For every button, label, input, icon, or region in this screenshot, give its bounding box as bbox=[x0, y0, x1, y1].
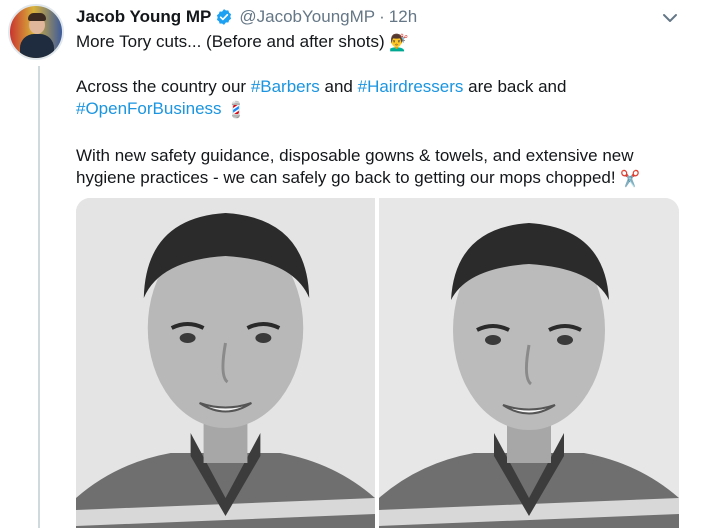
tweet-text: More Tory cuts... (Before and after shot… bbox=[76, 32, 385, 51]
separator-dot: · bbox=[379, 7, 385, 26]
chevron-down-icon[interactable] bbox=[660, 8, 680, 28]
user-handle[interactable]: @JacobYoungMP bbox=[239, 7, 375, 27]
hashtag-barbers[interactable]: #Barbers bbox=[251, 77, 320, 96]
tweet-text: Across the country our bbox=[76, 77, 251, 96]
thread-line bbox=[38, 66, 40, 528]
tweet-text: hygiene practices - we can safely go bac… bbox=[76, 168, 616, 187]
tweet-header: Jacob Young MP @JacobYoungMP · 12h bbox=[76, 4, 417, 30]
before-photo[interactable] bbox=[76, 198, 375, 528]
barber-pole-emoji-icon: 💈 bbox=[226, 102, 247, 119]
tweet-text: are back and bbox=[463, 77, 567, 96]
after-photo[interactable] bbox=[379, 198, 679, 528]
tweet-text-line-1: More Tory cuts... (Before and after shot… bbox=[76, 31, 409, 55]
tweet-text-line-3: #OpenForBusiness 💈 bbox=[76, 98, 246, 122]
tweet-text: and bbox=[319, 77, 358, 96]
avatar[interactable] bbox=[8, 4, 64, 60]
scissors-emoji-icon: ✂️ bbox=[620, 171, 641, 188]
tweet-timestamp[interactable]: 12h bbox=[389, 7, 417, 27]
tweet-media bbox=[76, 198, 679, 528]
hashtag-openforbusiness[interactable]: #OpenForBusiness bbox=[76, 99, 222, 118]
tweet-text-line-5: hygiene practices - we can safely go bac… bbox=[76, 167, 640, 191]
display-name[interactable]: Jacob Young MP bbox=[76, 7, 211, 27]
tweet-text-line-4: With new safety guidance, disposable gow… bbox=[76, 145, 634, 167]
haircut-emoji-icon: 💇‍♂️ bbox=[389, 35, 410, 52]
verified-badge-icon bbox=[217, 9, 232, 25]
tweet-text-line-2: Across the country our #Barbers and #Hai… bbox=[76, 76, 566, 98]
tweet-text: With new safety guidance, disposable gow… bbox=[76, 146, 634, 165]
hashtag-hairdressers[interactable]: #Hairdressers bbox=[358, 77, 464, 96]
